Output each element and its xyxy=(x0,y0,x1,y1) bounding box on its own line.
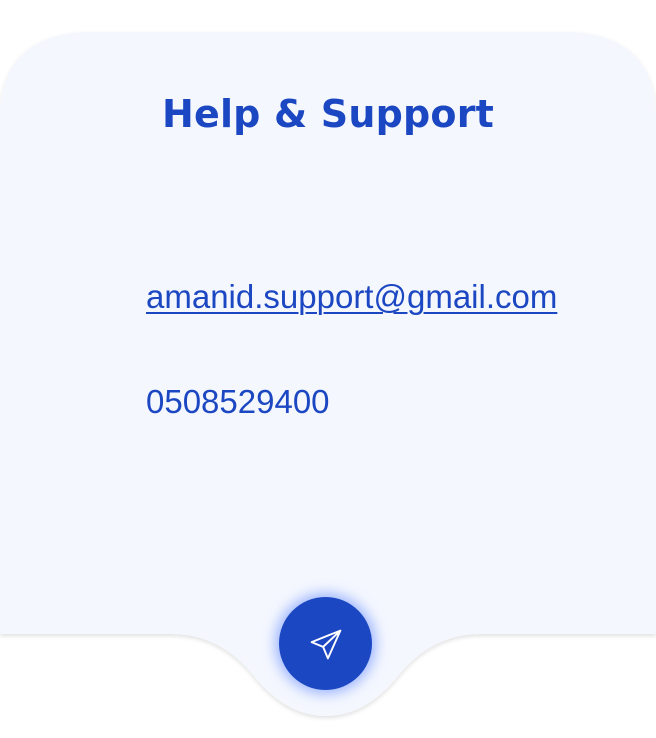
help-support-page: Help & Support amanid.support@gmail.com … xyxy=(0,0,656,738)
support-phone-number[interactable]: 0508529400 xyxy=(146,383,330,421)
page-title: Help & Support xyxy=(161,92,495,136)
send-icon xyxy=(310,629,341,659)
send-button[interactable] xyxy=(279,597,372,690)
support-email-link[interactable]: amanid.support@gmail.com xyxy=(146,278,557,316)
